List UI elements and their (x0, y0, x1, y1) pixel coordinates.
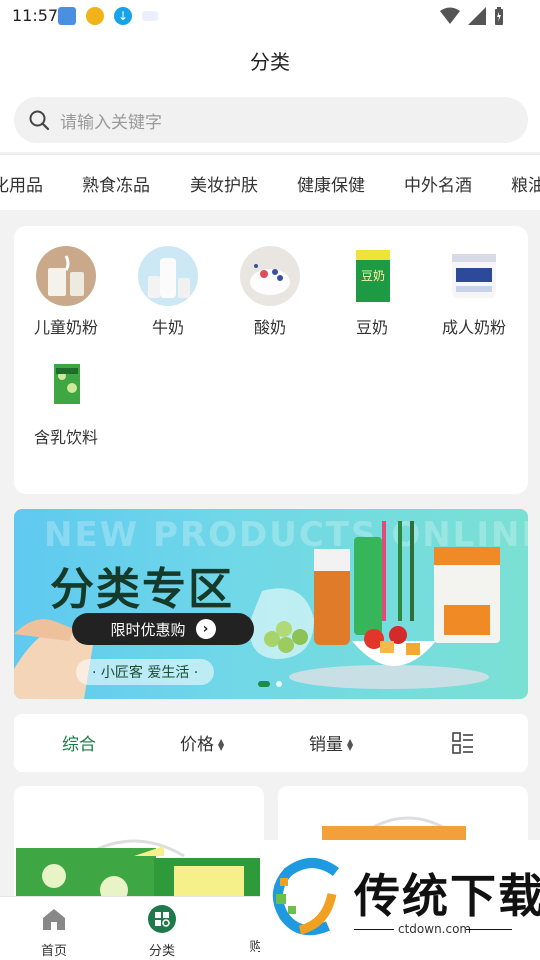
subcategory-card: 儿童奶粉 牛奶 酸奶 豆奶 豆奶 成人奶粉 含乳饮料 (14, 226, 528, 494)
search-icon (29, 110, 50, 131)
app-notification-icon (142, 11, 158, 21)
sort-arrows-icon: ▲ ▼ (347, 736, 354, 752)
subcategory-milk[interactable]: 牛奶 (118, 246, 218, 338)
banner-limited-offer-button[interactable]: 限时优惠购 › (72, 613, 254, 645)
watermark-url: ctdown.com (398, 922, 472, 936)
battery-icon (495, 7, 503, 25)
subcategory-label: 豆奶 (355, 318, 388, 337)
subcategory-milk-drink[interactable]: 含乳饮料 (16, 356, 116, 448)
svg-text:豆奶: 豆奶 (361, 269, 385, 283)
subcategory-label: 成人奶粉 (441, 318, 506, 337)
watermark-divider (354, 929, 394, 930)
status-time: 11:57 (12, 6, 59, 25)
sort-sales-label: 销量 (309, 735, 343, 755)
tab-daily-goods[interactable]: 化用品 (0, 171, 43, 196)
nav-category[interactable]: 分类 (132, 905, 192, 959)
subcategory-label: 儿童奶粉 (33, 318, 98, 337)
milk-bottle-image (138, 246, 198, 306)
sort-arrows-icon: ▲ ▼ (218, 736, 225, 752)
sort-price-label: 价格 (180, 735, 214, 755)
header: 分类 请输入关键字 (0, 32, 540, 152)
sort-sales[interactable]: 销量 ▲ ▼ (309, 730, 353, 755)
nav-home-label: 首页 (40, 944, 67, 959)
search-input[interactable]: 请输入关键字 (60, 108, 162, 133)
subcategory-yogurt[interactable]: 酸奶 (220, 246, 320, 338)
nav-home[interactable]: 首页 (24, 905, 84, 959)
tab-liquor[interactable]: 中外名酒 (404, 171, 472, 196)
subcategory-label: 牛奶 (151, 318, 184, 337)
tab-deli-frozen[interactable]: 熟食冻品 (82, 171, 150, 196)
subcategory-adult-milk-powder[interactable]: 成人奶粉 (424, 246, 524, 338)
milk-drink-box-image (36, 356, 96, 416)
tab-health[interactable]: 健康保健 (297, 171, 365, 196)
sort-default[interactable]: 综合 (62, 730, 96, 755)
banner-button-label: 限时优惠购 (110, 620, 186, 639)
list-grid-icon[interactable] (452, 732, 474, 754)
signal-icon (468, 7, 486, 25)
sort-bar: 综合 价格 ▲ ▼ 销量 ▲ ▼ (14, 714, 528, 772)
subcategory-soy-milk[interactable]: 豆奶 豆奶 (322, 246, 422, 338)
page-title: 分类 (250, 50, 290, 74)
banner-dot (276, 681, 282, 687)
nav-category-label: 分类 (148, 944, 175, 959)
chevron-right-icon: › (195, 619, 216, 639)
app-notification-icon (86, 7, 104, 25)
search-bar[interactable]: 请输入关键字 (14, 97, 528, 143)
app-notification-icon (58, 7, 76, 25)
wifi-icon (440, 7, 460, 24)
milk-powder-image (36, 246, 96, 306)
banner-dot-active (258, 681, 270, 687)
subcategory-label: 含乳饮料 (33, 428, 98, 447)
banner-title: 分类专区 (50, 564, 234, 615)
sort-default-label: 综合 (62, 735, 96, 755)
yogurt-image (240, 246, 300, 306)
watermark-text: 传统下载 (354, 869, 540, 923)
adult-milk-powder-can-image (444, 246, 504, 306)
watermark: 传统下载 ctdown.com (260, 840, 540, 960)
watermark-logo (273, 858, 339, 936)
tab-grain-oil[interactable]: 粮油 (511, 171, 540, 196)
category-tabs: 化用品 熟食冻品 美妆护肤 健康保健 中外名酒 粮油 (0, 154, 540, 210)
sort-price[interactable]: 价格 ▲ ▼ (180, 730, 224, 755)
subcategory-label: 酸奶 (253, 318, 286, 337)
subcategory-kids-milk-powder[interactable]: 儿童奶粉 (16, 246, 116, 338)
promo-banner[interactable]: NEW PRODUCTS ONLINE 分类专区 限时优惠购 › · 小匠客 爱… (14, 509, 528, 699)
soy-milk-box-image: 豆奶 (342, 246, 402, 306)
download-notification-icon: ↓ (114, 7, 132, 25)
category-icon (148, 905, 176, 933)
watermark-divider (466, 929, 512, 930)
tab-beauty[interactable]: 美妆护肤 (190, 171, 258, 196)
banner-slogan: · 小匠客 爱生活 · (76, 659, 215, 685)
home-icon (43, 909, 65, 930)
status-bar: 11:57 ↓ (0, 0, 540, 32)
banner-pagination (258, 681, 282, 687)
